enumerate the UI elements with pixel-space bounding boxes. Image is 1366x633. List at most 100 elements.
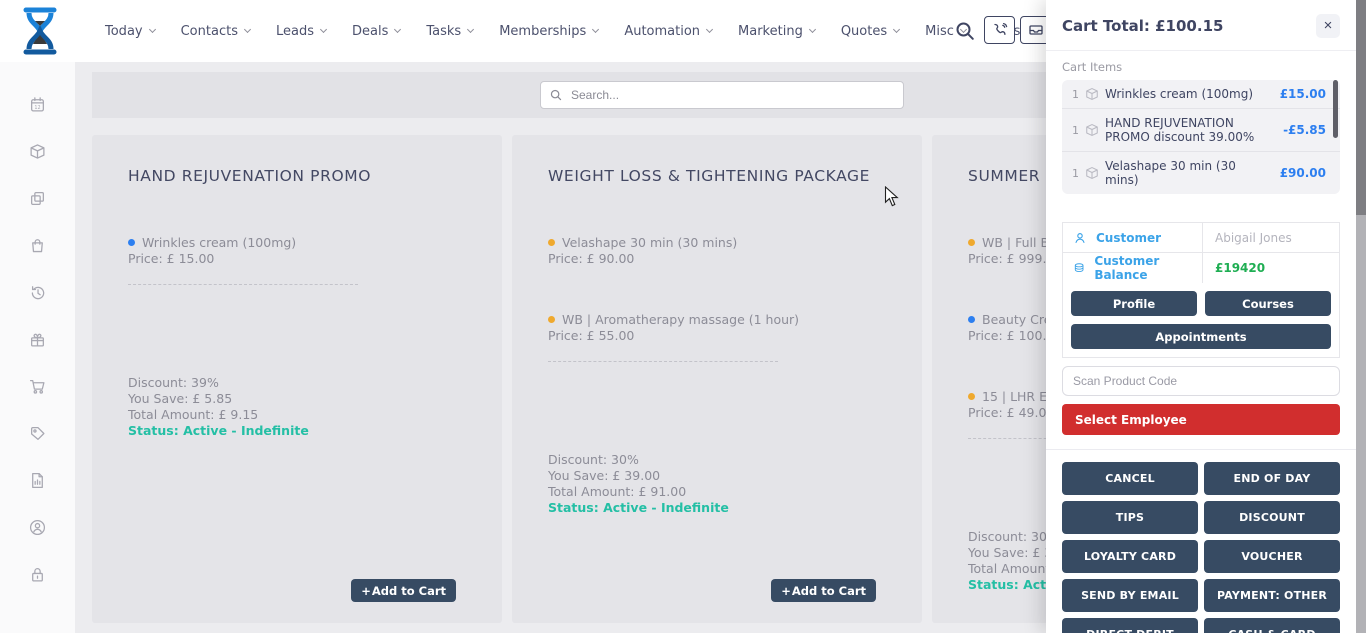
left-sidebar: 12 (0, 62, 75, 633)
chevron-down-icon (592, 26, 599, 33)
nav-item-label: Tasks (426, 24, 461, 39)
cart-action-button[interactable]: LOYALTY CARD (1062, 540, 1198, 573)
dashed-divider (548, 361, 778, 362)
total-amount-line: Total Amount: £ 9.15 (128, 407, 502, 423)
cart-action-button[interactable]: DISCOUNT (1204, 501, 1340, 534)
cart-list-scrollbar[interactable] (1333, 80, 1338, 138)
sidebar-icon[interactable]: 12 (29, 96, 46, 113)
sidebar-icon[interactable] (29, 284, 46, 301)
nav-item[interactable]: Tasks (426, 24, 473, 39)
cart-panel: Cart Total: £100.15 × Cart Items 1 Wrink… (1046, 0, 1356, 633)
nav-item[interactable]: Automation (624, 24, 712, 39)
plus-icon: + (361, 584, 371, 598)
card-item-name: Wrinkles cream (100mg) (142, 235, 296, 250)
close-icon[interactable]: × (1316, 14, 1340, 38)
cart-action-button[interactable]: SEND BY EMAIL (1062, 579, 1198, 612)
cart-item-qty: 1 (1072, 167, 1079, 180)
bullet-icon (548, 239, 555, 246)
nav-item-label: Quotes (841, 24, 887, 39)
cart-item-price: £90.00 (1280, 166, 1326, 180)
cart-action-button[interactable]: PAYMENT: OTHER (1204, 579, 1340, 612)
bullet-icon (968, 393, 975, 400)
add-to-cart-button[interactable]: +Add to Cart (351, 579, 456, 602)
cart-item-row[interactable]: 1 HAND REJUVENATION PROMO discount 39.00… (1062, 109, 1340, 152)
cart-item-price: £15.00 (1280, 87, 1326, 101)
add-to-cart-button[interactable]: +Add to Cart (771, 579, 876, 602)
coins-icon (1073, 261, 1085, 275)
chevron-down-icon (320, 26, 327, 33)
sidebar-icon[interactable] (29, 190, 46, 207)
appointments-button[interactable]: Appointments (1071, 324, 1331, 349)
customer-balance-link[interactable]: Customer Balance (1063, 253, 1203, 283)
card-item-price: Price: £ 55.00 (548, 328, 902, 344)
sidebar-icon[interactable] (29, 143, 46, 160)
page-scrollbar[interactable] (1356, 0, 1366, 633)
cart-item-qty: 1 (1072, 88, 1079, 101)
select-employee-button[interactable]: Select Employee (1062, 404, 1340, 435)
discount-line: Discount: 30% (548, 452, 922, 468)
cart-action-button[interactable]: TIPS (1062, 501, 1198, 534)
inbox-icon (1028, 22, 1044, 38)
page-scrollbar-thumb[interactable] (1356, 0, 1366, 215)
cart-action-button[interactable]: VOUCHER (1204, 540, 1340, 573)
nav-item[interactable]: Deals (352, 24, 400, 39)
profile-button[interactable]: Profile (1071, 291, 1197, 316)
nav-item-label: Deals (352, 24, 388, 39)
customer-name-value[interactable]: Abigail Jones (1203, 231, 1292, 245)
app-logo[interactable] (20, 7, 60, 55)
card-title: WEIGHT LOSS & TIGHTENING PACKAGE (548, 167, 870, 185)
sidebar-icon[interactable] (29, 237, 46, 254)
scan-product-code-input[interactable] (1062, 366, 1340, 396)
nav-item[interactable]: Leads (276, 24, 326, 39)
nav-item[interactable]: Memberships (499, 24, 598, 39)
package-icon (1085, 87, 1099, 101)
cart-action-button[interactable]: CASH & CARD (1204, 618, 1340, 633)
courses-button[interactable]: Courses (1205, 291, 1331, 316)
nav-item-label: Memberships (499, 24, 586, 39)
search-icon (549, 88, 563, 102)
cart-item-price: -£5.85 (1283, 123, 1326, 137)
chevron-down-icon (809, 26, 816, 33)
bullet-icon (548, 316, 555, 323)
card-summary: Discount: 39% You Save: £ 5.85 Total Amo… (128, 375, 502, 439)
status-line: Status: Active - Indefinite (548, 500, 922, 516)
cart-item-row[interactable]: 1 Wrinkles cream (100mg) £15.00 (1062, 80, 1340, 109)
package-icon (1085, 123, 1099, 137)
card-item-price: Price: £ 90.00 (548, 251, 902, 267)
sidebar-icon[interactable] (29, 378, 46, 395)
promo-card: HAND REJUVENATION PROMO Wrinkles cream (… (92, 135, 502, 623)
card-item-price: Price: £ 15.00 (128, 251, 482, 267)
search-icon[interactable] (953, 19, 977, 43)
phone-button[interactable] (984, 16, 1015, 44)
search-input[interactable] (540, 81, 904, 109)
card-item: Wrinkles cream (100mg) Price: £ 15.00 (128, 235, 482, 268)
sidebar-icon[interactable] (29, 566, 46, 583)
cart-item-row[interactable]: 1 Velashape 30 min (30 mins) £90.00 (1062, 152, 1340, 194)
chevron-down-icon (394, 26, 401, 33)
cart-items-list: 1 Wrinkles cream (100mg) £15.00 1 HAND R… (1062, 80, 1340, 194)
sidebar-icon[interactable] (29, 519, 46, 536)
nav-item[interactable]: Contacts (181, 24, 250, 39)
nav-item[interactable]: Marketing (738, 24, 815, 39)
cart-action-button[interactable]: END OF DAY (1204, 462, 1340, 495)
cart-action-button[interactable]: DIRECT DEBIT (1062, 618, 1198, 633)
customer-link[interactable]: Customer (1063, 223, 1203, 252)
you-save-line: You Save: £ 39.00 (548, 468, 922, 484)
status-line: Status: Active - Indefinite (128, 423, 502, 439)
nav-item-label: Contacts (181, 24, 238, 39)
divider (1046, 449, 1356, 450)
nav-item-label: Automation (624, 24, 700, 39)
sidebar-icon[interactable] (29, 331, 46, 348)
chevron-down-icon (244, 26, 251, 33)
sidebar-icon[interactable] (29, 472, 46, 489)
chevron-down-icon (467, 26, 474, 33)
discount-line: Discount: 39% (128, 375, 502, 391)
cart-action-button[interactable]: CANCEL (1062, 462, 1198, 495)
plus-icon: + (781, 584, 791, 598)
nav-item[interactable]: Quotes (841, 24, 899, 39)
person-icon (1073, 231, 1087, 245)
sidebar-icon[interactable] (29, 425, 46, 442)
card-item-name: Velashape 30 min (30 mins) (562, 235, 737, 250)
customer-box: Customer Abigail Jones Customer Balance … (1062, 222, 1340, 358)
nav-item[interactable]: Today (105, 24, 155, 39)
